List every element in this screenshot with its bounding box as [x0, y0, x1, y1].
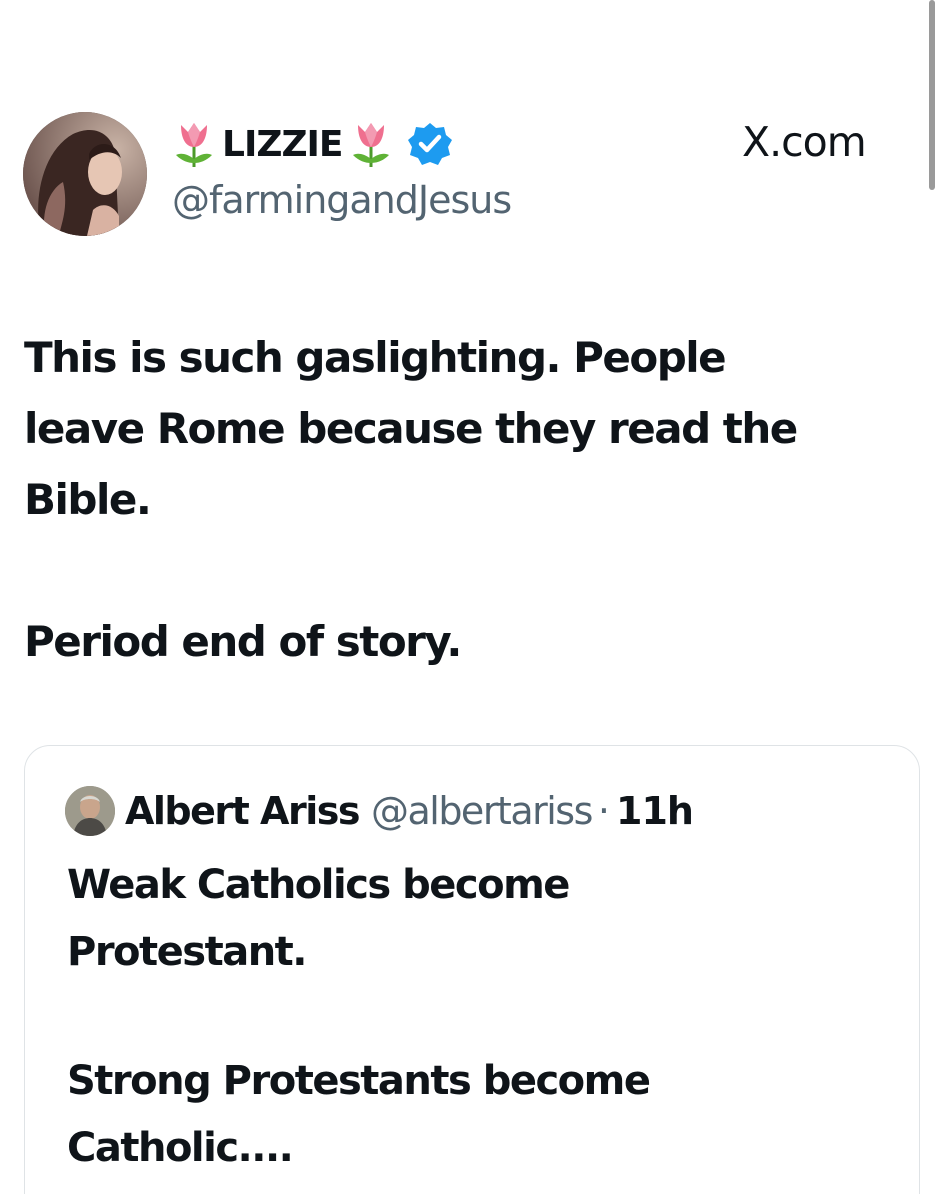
scrollbar[interactable] [929, 0, 935, 190]
quoted-text-line: Weak Catholics become [67, 862, 570, 908]
author-avatar-image [23, 112, 147, 236]
tulip-icon [349, 119, 393, 169]
quoted-text-line: Strong Protestants become [67, 1058, 651, 1104]
tweet-text: This is such gaslighting. People leave R… [24, 322, 924, 677]
tweet-text-line: leave Rome because they read the [24, 404, 798, 453]
author-avatar[interactable] [23, 112, 147, 236]
quoted-text-line: Catholic.... [67, 1125, 294, 1171]
author-display-name[interactable]: LIZZIE [222, 124, 344, 165]
quoted-author-name[interactable]: Albert Ariss [125, 789, 360, 833]
tweet-text-line: This is such gaslighting. People [24, 333, 727, 382]
separator-dot: · [597, 789, 610, 833]
quoted-tweet-header: Albert Ariss @albertariss · 11h [65, 786, 694, 836]
author-handle[interactable]: @farmingandJesus [172, 178, 512, 222]
quoted-tweet-card[interactable]: Albert Ariss @albertariss · 11h Weak Cat… [24, 745, 920, 1194]
verified-badge-icon [407, 121, 453, 167]
quoted-author-handle[interactable]: @albertariss [371, 789, 593, 833]
quoted-tweet-text: Weak Catholics become Protestant. Strong… [67, 852, 887, 1182]
tweet-text-line: Period end of story. [24, 617, 462, 666]
quoted-author-avatar[interactable] [65, 786, 115, 836]
author-name-row: LIZZIE [172, 116, 453, 172]
tulip-icon [172, 119, 216, 169]
source-label: X.com [742, 118, 867, 166]
tweet-text-line: Bible. [24, 475, 152, 524]
quoted-text-line: Protestant. [67, 929, 308, 975]
quoted-timestamp[interactable]: 11h [616, 789, 694, 833]
